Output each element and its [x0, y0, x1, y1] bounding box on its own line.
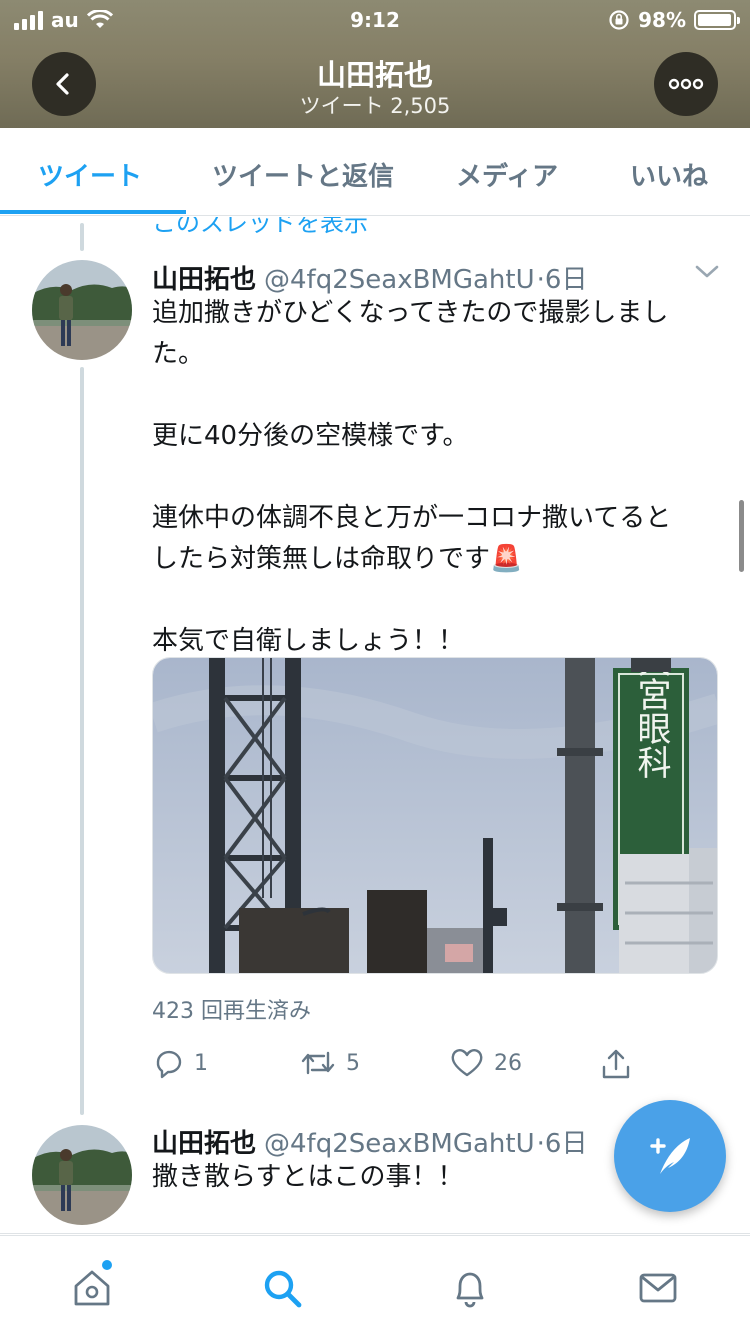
compose-tweet-button[interactable]	[614, 1100, 726, 1212]
show-thread-link[interactable]: このスレッドを表示	[152, 217, 368, 238]
author-handle[interactable]: @4fq2SeaxBMGahtU	[264, 265, 535, 295]
reply-count: 1	[194, 1050, 208, 1076]
view-count: 423 回再生済み	[152, 999, 311, 1024]
nav-messages[interactable]	[634, 1264, 682, 1312]
heart-icon	[451, 1049, 483, 1077]
battery-percent: 98%	[638, 8, 686, 32]
tweet-blank-line	[152, 375, 722, 416]
chevron-down-icon	[695, 265, 719, 278]
video-frame: 新大宮眼科	[153, 658, 717, 973]
retweet-button[interactable]: 5	[300, 1047, 360, 1079]
timeline: このスレッドを表示 山田拓也 @4fq2SeaxBMGahtU·6日 追加撒きが…	[0, 217, 750, 1235]
author-name[interactable]: 山田拓也	[152, 1129, 256, 1159]
retweet-count: 5	[346, 1050, 360, 1076]
tweet-count: ツイート 2,505	[299, 94, 451, 118]
tweet-blank-line	[152, 457, 722, 498]
profile-header: au 9:12 98% 山田拓也 ツイート 2,505	[0, 0, 750, 128]
tab-tweets-and-replies[interactable]: ツイートと返信	[212, 156, 394, 193]
share-button[interactable]	[600, 1047, 632, 1081]
tweet-text: 追加撒きがひどくなってきたので撮影しまし た。 更に40分後の空模様です。 連休…	[152, 293, 722, 662]
nav-search[interactable]	[258, 1264, 306, 1312]
status-bar: au 9:12 98%	[0, 0, 750, 40]
new-tweets-dot	[102, 1260, 112, 1270]
divider	[0, 1233, 750, 1234]
tweet-line: 更に40分後の空模様です。	[152, 421, 469, 451]
tweet-time: ·6日	[536, 1129, 588, 1159]
bell-icon	[456, 1272, 484, 1308]
compose-feather-icon	[650, 1138, 690, 1174]
tweet-line: 本気で自衛しましょう！！	[152, 626, 465, 656]
mail-icon	[639, 1273, 677, 1303]
author-name[interactable]: 山田拓也	[152, 265, 256, 295]
like-count: 26	[494, 1050, 522, 1076]
nav-notifications[interactable]	[446, 1264, 494, 1312]
battery-icon	[694, 10, 740, 30]
retweet-icon	[301, 1051, 335, 1075]
search-icon	[264, 1270, 302, 1308]
tweet-line: したら対策無しは命取りです🚨	[152, 544, 523, 574]
tweet-header: 山田拓也 @4fq2SeaxBMGahtU·6日	[152, 259, 587, 296]
orientation-lock-icon	[609, 10, 629, 30]
thread-line-top	[80, 223, 84, 251]
app: au 9:12 98% 山田拓也 ツイート 2,505 ツイート ツイートと返信…	[0, 0, 750, 1334]
like-button[interactable]: 26	[450, 1047, 522, 1079]
reply-button[interactable]: 1	[152, 1047, 208, 1079]
tab-media[interactable]: メディア	[456, 156, 558, 193]
avatar[interactable]	[32, 1125, 132, 1225]
profile-tabs: ツイート ツイートと返信 メディア いいね	[0, 128, 750, 216]
tweet-line: 追加撒きがひどくなってきたので撮影しまし	[152, 298, 669, 328]
tweet-menu-button[interactable]	[694, 261, 720, 285]
tweet-line: た。	[152, 339, 205, 369]
more-dots-icon	[668, 78, 704, 90]
tweet-video[interactable]: 新大宮眼科	[152, 657, 718, 974]
active-tab-indicator	[0, 210, 186, 214]
tab-likes[interactable]: いいね	[630, 156, 708, 193]
share-icon	[602, 1049, 630, 1079]
author-handle[interactable]: @4fq2SeaxBMGahtU	[264, 1129, 535, 1159]
thread-line	[80, 367, 84, 1115]
tab-tweets[interactable]: ツイート	[38, 156, 142, 193]
nav-home[interactable]	[68, 1260, 116, 1312]
profile-name: 山田拓也	[316, 58, 433, 92]
tweet-actions: 1 5 26	[152, 1047, 652, 1087]
tweet-blank-line	[152, 580, 722, 621]
tweet-line: 連休中の体調不良と万が一コロナ撒いてると	[152, 503, 672, 533]
bottom-nav	[0, 1235, 750, 1334]
home-icon	[74, 1270, 110, 1306]
avatar[interactable]	[32, 260, 132, 360]
tweet-header: 山田拓也 @4fq2SeaxBMGahtU·6日	[152, 1123, 587, 1160]
tweet-time: ·6日	[536, 265, 588, 295]
scrollbar[interactable]	[739, 500, 744, 572]
more-button[interactable]	[654, 52, 718, 116]
sign-text: 新大宮眼科	[631, 658, 671, 779]
reply-icon	[156, 1050, 182, 1079]
